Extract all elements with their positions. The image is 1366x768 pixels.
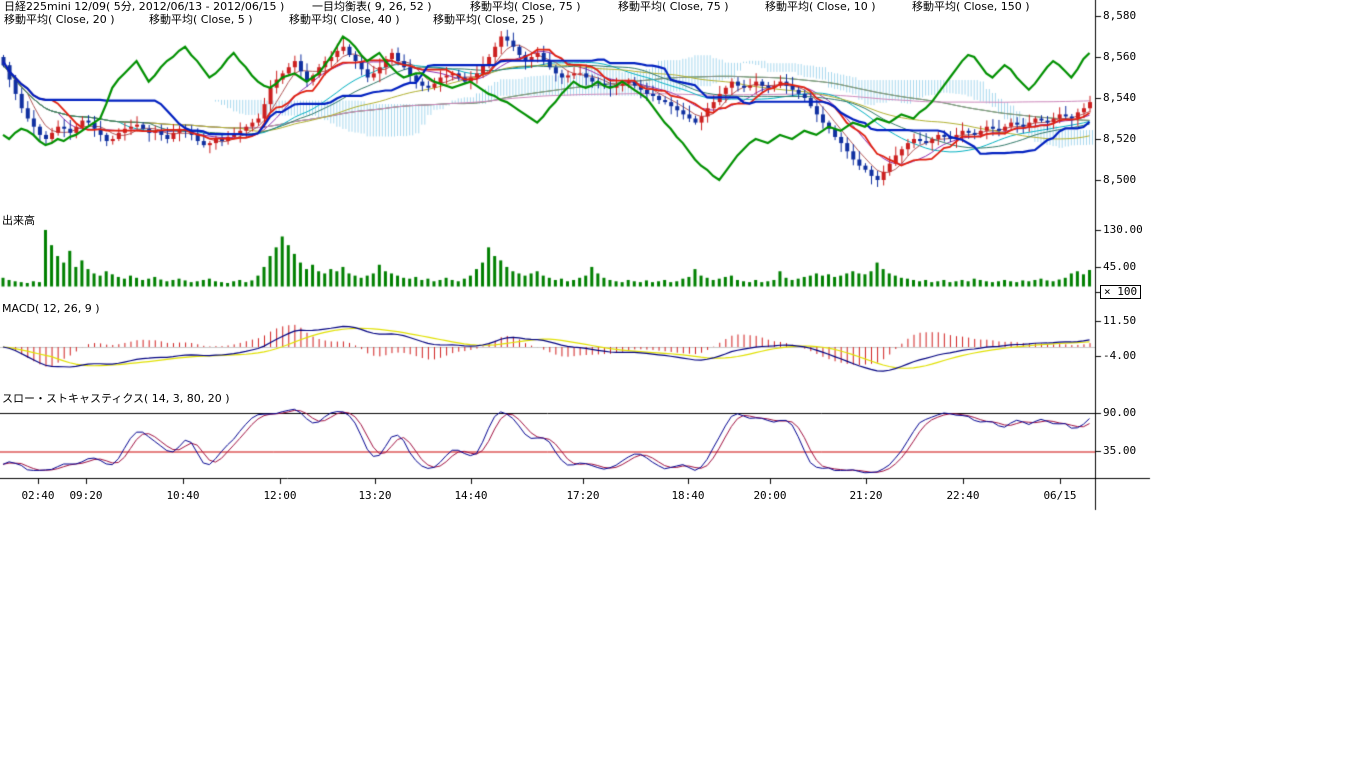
time-axis-label: 06/15 xyxy=(1043,490,1076,502)
price-axis-tick: 8,540 xyxy=(1103,92,1136,104)
legend-ma-5[interactable]: 移動平均( Close, 5 ) xyxy=(149,14,253,26)
legend-ma-20[interactable]: 移動平均( Close, 20 ) xyxy=(4,14,115,26)
time-axis-label: 21:20 xyxy=(849,490,882,502)
macd-panel-label: MACD( 12, 26, 9 ) xyxy=(2,303,100,315)
macd-axis-tick: -4.00 xyxy=(1103,350,1136,362)
macd-axis-tick: 11.50 xyxy=(1103,315,1136,327)
stoch-panel-label: スロー・ストキャスティクス( 14, 3, 80, 20 ) xyxy=(2,393,230,405)
stoch-axis-tick: 90.00 xyxy=(1103,407,1136,419)
legend-ma-10[interactable]: 移動平均( Close, 10 ) xyxy=(765,1,876,13)
stoch-axis-tick: 35.00 xyxy=(1103,445,1136,457)
time-axis-label: 12:00 xyxy=(263,490,296,502)
legend-ma-40[interactable]: 移動平均( Close, 40 ) xyxy=(289,14,400,26)
legend-ma-25[interactable]: 移動平均( Close, 25 ) xyxy=(433,14,544,26)
time-axis-label: 10:40 xyxy=(166,490,199,502)
volume-scale-badge: × 100 xyxy=(1100,285,1141,299)
chart-title: 日経225mini 12/09( 5分, 2012/06/13 - 2012/0… xyxy=(4,1,284,13)
time-axis-label: 13:20 xyxy=(358,490,391,502)
time-axis-label: 14:40 xyxy=(454,490,487,502)
price-axis-tick: 8,580 xyxy=(1103,10,1136,22)
price-axis-tick: 8,560 xyxy=(1103,51,1136,63)
price-axis-tick: 8,520 xyxy=(1103,133,1136,145)
legend-ichimoku[interactable]: 一目均衡表( 9, 26, 52 ) xyxy=(312,1,432,13)
time-axis-label: 17:20 xyxy=(566,490,599,502)
time-axis-label: 20:00 xyxy=(753,490,786,502)
legend-ma-75b[interactable]: 移動平均( Close, 75 ) xyxy=(618,1,729,13)
legend-ma-150[interactable]: 移動平均( Close, 150 ) xyxy=(912,1,1030,13)
volume-axis-tick: 130.00 xyxy=(1103,224,1143,236)
price-chart-canvas[interactable] xyxy=(0,0,1366,520)
time-axis-label: 22:40 xyxy=(946,490,979,502)
time-axis-label: 18:40 xyxy=(671,490,704,502)
price-axis-tick: 8,500 xyxy=(1103,174,1136,186)
time-axis-label: 09:20 xyxy=(69,490,102,502)
legend-ma-75a[interactable]: 移動平均( Close, 75 ) xyxy=(470,1,581,13)
chart-application-window: 日経225mini 12/09( 5分, 2012/06/13 - 2012/0… xyxy=(0,0,1366,768)
volume-panel-label: 出来高 xyxy=(2,215,35,227)
time-axis-label: 02:40 xyxy=(21,490,54,502)
volume-axis-tick: 45.00 xyxy=(1103,261,1136,273)
